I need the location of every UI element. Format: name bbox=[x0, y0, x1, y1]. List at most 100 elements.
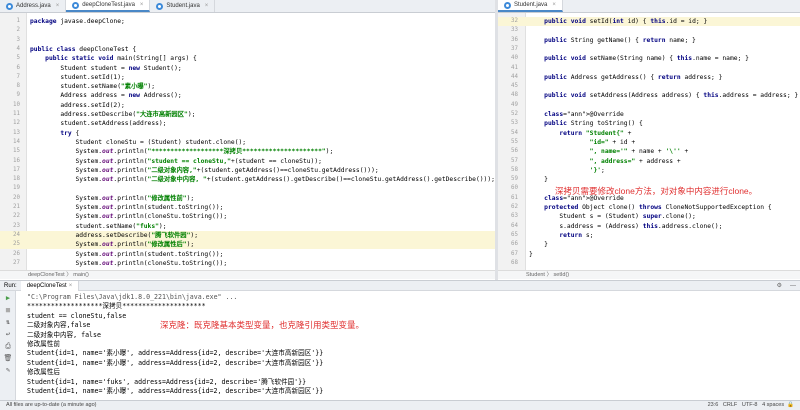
left-code-line[interactable]: 10 address.setId(2); bbox=[0, 101, 495, 110]
cursor-position[interactable]: 23:6 bbox=[708, 402, 719, 408]
left-code-line[interactable]: 24 address.setDescribe("腾飞软件园"); bbox=[0, 230, 495, 241]
pin-icon[interactable]: ✎ bbox=[3, 365, 13, 375]
right-annotation-note: 深拷贝需要修改clone方法，对对象中内容进行clone。 bbox=[555, 186, 758, 196]
line-separator[interactable]: CRLF bbox=[723, 402, 737, 408]
left-code-line[interactable]: 8 student.setName("素小曝"); bbox=[0, 82, 495, 91]
line-number: 1 bbox=[16, 18, 21, 24]
right-code-line[interactable]: 64 s.address = (Address) this.address.cl… bbox=[498, 222, 800, 231]
rerun-icon[interactable]: ▶ bbox=[3, 293, 13, 303]
right-code-line[interactable]: 54 return "Student{" + bbox=[498, 129, 800, 138]
run-tab[interactable]: deepCloneTest × bbox=[20, 280, 80, 291]
left-code-line[interactable]: 21 System.out.println(student.toString()… bbox=[0, 203, 495, 212]
right-code-line[interactable]: 62 protected Object clone() throws Clone… bbox=[498, 203, 800, 212]
left-code-line[interactable]: 19 bbox=[0, 184, 495, 193]
left-code-line[interactable]: 4 public class deepCloneTest { bbox=[0, 45, 495, 54]
right-code-line[interactable]: 53 public String toString() { bbox=[498, 119, 800, 128]
left-code-line[interactable]: 6 Student student = new Student(); bbox=[0, 64, 495, 73]
close-icon[interactable]: × bbox=[552, 2, 556, 8]
console-output[interactable]: "C:\Program Files\Java\jdk1.8.0_221\bin\… bbox=[17, 291, 800, 400]
right-code-line[interactable]: 56 ", name='" + name + '\'' + bbox=[498, 147, 800, 156]
line-number: 59 bbox=[511, 176, 518, 183]
soft-wrap-icon[interactable]: ↩ bbox=[3, 329, 13, 339]
left-code-line[interactable]: 23 student.setName("fuks"); bbox=[0, 222, 495, 231]
right-code-line[interactable]: 37 bbox=[498, 45, 800, 54]
code-text: public static void main(String[] args) { bbox=[45, 55, 197, 63]
right-code-line[interactable]: 52 class="ann">@Override bbox=[498, 110, 800, 119]
close-icon[interactable]: × bbox=[140, 2, 144, 8]
tab-student-java-right[interactable]: Student.java × bbox=[498, 0, 563, 12]
right-code-line[interactable]: 66 } bbox=[498, 240, 800, 249]
left-code-line[interactable]: 2 bbox=[0, 26, 495, 35]
line-number: 14 bbox=[13, 138, 20, 145]
right-code-line[interactable]: 40 public void setName(String name) { th… bbox=[498, 54, 800, 63]
right-code-line[interactable]: 45 bbox=[498, 82, 800, 91]
breadcrumb-method[interactable]: main() bbox=[73, 272, 89, 278]
left-code-line[interactable]: 20 System.out.println("修改属性前"); bbox=[0, 194, 495, 203]
tab-address-java[interactable]: Address.java × bbox=[0, 0, 67, 12]
right-code-line[interactable]: 48 public void setAddress(Address addres… bbox=[498, 91, 800, 100]
settings-gear-icon[interactable]: ⚙ bbox=[773, 282, 786, 289]
hide-panel-icon[interactable]: — bbox=[786, 283, 800, 289]
right-code-line[interactable]: 44 public Address getAddress() { return … bbox=[498, 73, 800, 82]
right-code-line[interactable]: 33 bbox=[498, 26, 800, 35]
tab-label: Student.java bbox=[166, 3, 200, 9]
lock-icon[interactable]: 🔒 bbox=[787, 402, 794, 408]
tab-student-java[interactable]: Student.java × bbox=[150, 0, 216, 12]
right-editor[interactable]: 32 public void setId(int id) { this.id =… bbox=[498, 13, 800, 270]
right-code-line[interactable]: 63 Student s = (Student) super.clone(); bbox=[498, 212, 800, 221]
left-code-line[interactable]: 3 bbox=[0, 36, 495, 45]
right-code-line[interactable]: 55 "id=" + id + bbox=[498, 138, 800, 147]
line-number: 45 bbox=[511, 83, 518, 90]
left-code-line[interactable]: 14 Student cloneStu = (Student) student.… bbox=[0, 138, 495, 147]
right-code-line[interactable]: 59 } bbox=[498, 175, 800, 184]
restore-layout-icon[interactable]: ⇅ bbox=[3, 317, 13, 327]
left-code-line[interactable]: 25 System.out.println("修改属性后"); bbox=[0, 240, 495, 250]
tab-deepclonetest-java[interactable]: deepCloneTest.java × bbox=[66, 0, 151, 12]
left-code-line[interactable]: 26 System.out.println(student.toString()… bbox=[0, 250, 495, 259]
code-text: public class deepCloneTest { bbox=[30, 45, 137, 53]
line-number: 8 bbox=[16, 83, 21, 90]
right-code-line[interactable]: 58 '}'; bbox=[498, 166, 800, 175]
left-code-line[interactable]: 12 student.setAddress(address); bbox=[0, 119, 495, 128]
right-code-line[interactable]: 67} bbox=[498, 250, 800, 259]
right-code-line[interactable]: 32 public void setId(int id) { this.id =… bbox=[498, 17, 800, 27]
left-code-line[interactable]: 22 System.out.println(cloneStu.toString(… bbox=[0, 212, 495, 221]
left-code-line[interactable]: 16 System.out.println("student == cloneS… bbox=[0, 157, 495, 166]
clear-console-icon[interactable]: 🗑 bbox=[3, 353, 13, 363]
console-line: 二级对象内容,false bbox=[27, 321, 91, 330]
breadcrumb-class[interactable]: Student bbox=[526, 272, 545, 278]
left-code-line[interactable]: 7 student.setId(1); bbox=[0, 73, 495, 82]
line-number: 2 bbox=[16, 27, 21, 34]
close-icon[interactable]: × bbox=[56, 3, 60, 9]
left-code-line[interactable]: 1 package javase.deepClone; bbox=[0, 17, 495, 26]
print-icon[interactable]: ⎙ bbox=[3, 341, 13, 351]
code-text: address.setId(2); bbox=[30, 101, 125, 109]
line-number: 53 bbox=[511, 120, 518, 127]
left-code-line[interactable]: 13 try { bbox=[0, 129, 495, 138]
left-code-line[interactable]: 15 System.out.println("*****************… bbox=[0, 147, 495, 156]
breadcrumb-method[interactable]: setId() bbox=[554, 272, 570, 278]
left-editor[interactable]: 1 package javase.deepClone; 2 3 4 public clas… bbox=[0, 13, 495, 270]
left-code-line[interactable]: 11 address.setDescribe("大连市高新园区"); bbox=[0, 110, 495, 119]
right-code-line[interactable]: 65 return s; bbox=[498, 231, 800, 240]
right-code-line[interactable]: 68 bbox=[498, 259, 800, 268]
right-code-line[interactable]: 57 ", address=" + address + bbox=[498, 157, 800, 166]
right-code-line[interactable]: 41 bbox=[498, 64, 800, 73]
run-side-toolbar: ▶ ■ ⇅ ↩ ⎙ 🗑 ✎ bbox=[0, 291, 16, 400]
file-encoding[interactable]: UTF-8 bbox=[742, 402, 758, 408]
breadcrumb-class[interactable]: deepCloneTest bbox=[28, 272, 65, 278]
left-code-line[interactable]: 18 System.out.println("二级对象中内容, "+(stude… bbox=[0, 175, 495, 184]
indent-setting[interactable]: 4 spaces bbox=[762, 402, 784, 408]
run-tool-header: Run: deepCloneTest × ⚙ — bbox=[0, 280, 800, 291]
left-code-line[interactable]: 9 Address address = new Address(); bbox=[0, 91, 495, 100]
left-code-line[interactable]: 5 public static void main(String[] args)… bbox=[0, 54, 495, 63]
right-code-line[interactable]: 49 bbox=[498, 101, 800, 110]
stop-icon[interactable]: ■ bbox=[3, 305, 13, 315]
left-code-line[interactable]: 17 System.out.println("二级对象内容,"+(student… bbox=[0, 166, 495, 175]
right-code-line[interactable]: 36 public String getName() { return name… bbox=[498, 36, 800, 45]
close-icon[interactable]: × bbox=[205, 3, 209, 9]
left-code-line[interactable]: 27 System.out.println(cloneStu.toString(… bbox=[0, 259, 495, 268]
close-icon[interactable]: × bbox=[69, 283, 73, 289]
line-number: 23 bbox=[13, 222, 20, 229]
console-line: 修改属性前 bbox=[27, 340, 60, 348]
